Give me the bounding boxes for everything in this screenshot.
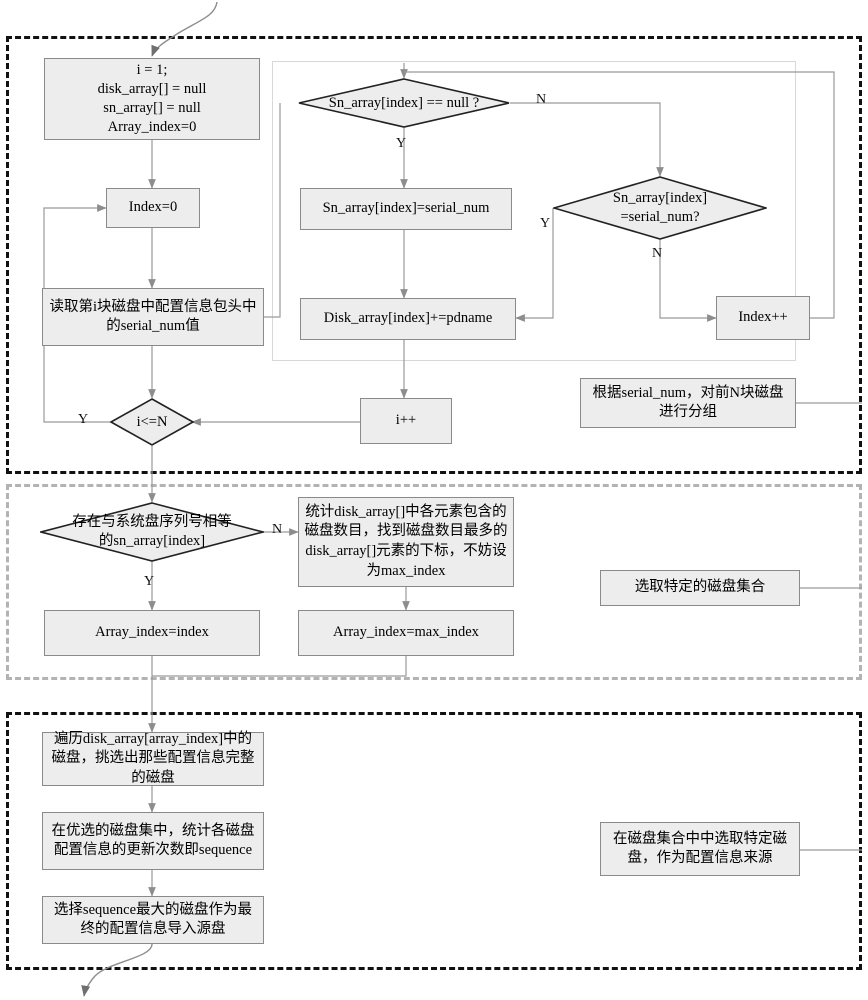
note-group-by-serial-text: 根据serial_num，对前N块磁盘进行分组 <box>592 384 784 420</box>
decision-sn-eq-serial: Sn_array[index] =serial_num? <box>553 176 767 240</box>
edge-label-n-sn-null: N <box>536 92 547 107</box>
edge-label-n-exists-sn: N <box>272 522 283 537</box>
node-array-index-eq-index-text: Array_index=index <box>95 624 209 641</box>
node-read-serial: 读取第i块磁盘中配置信息包头中的serial_num值 <box>42 288 264 346</box>
note-select-source-disk-text: 在磁盘集合中中选取特定磁盘，作为配置信息来源 <box>613 830 787 866</box>
flowchart-canvas: i = 1; disk_array[] = null sn_array[] = … <box>0 0 868 1000</box>
note-select-disk-set-text: 选取特定的磁盘集合 <box>634 579 766 596</box>
edge-label-y-sn-serial: Y <box>540 216 551 231</box>
decision-sn-is-null: Sn_array[index] == null ? <box>298 78 510 128</box>
node-count-sequence-text: 在优选的磁盘集中，统计各磁盘配置信息的更新次数即sequence <box>51 822 255 858</box>
edge-label-y-sn-null: Y <box>396 136 407 151</box>
node-sn-assign: Sn_array[index]=serial_num <box>300 188 512 230</box>
node-pick-max-sequence-text: 选择sequence最大的磁盘作为最终的配置信息导入源盘 <box>53 901 253 937</box>
node-i-increment-text: i++ <box>395 412 417 429</box>
note-group-by-serial: 根据serial_num，对前N块磁盘进行分组 <box>580 378 796 428</box>
node-i-increment: i++ <box>360 398 452 444</box>
edge-label-n-sn-serial: N <box>652 246 663 261</box>
node-disk-append-text: Disk_array[index]+=pdname <box>323 310 493 327</box>
node-count-sequence: 在优选的磁盘集中，统计各磁盘配置信息的更新次数即sequence <box>42 812 264 870</box>
node-sn-assign-text: Sn_array[index]=serial_num <box>322 200 490 217</box>
node-array-index-eq-max: Array_index=max_index <box>298 610 514 656</box>
edge-label-y-i-le-n: Y <box>78 412 89 427</box>
node-pick-max-sequence: 选择sequence最大的磁盘作为最终的配置信息导入源盘 <box>42 896 264 944</box>
decision-i-le-n: i<=N <box>110 398 194 446</box>
node-disk-append: Disk_array[index]+=pdname <box>300 298 516 340</box>
edge-label-y-exists-sn: Y <box>144 574 155 589</box>
node-index-zero-text: Index=0 <box>128 199 178 216</box>
node-read-serial-text: 读取第i块磁盘中配置信息包头中的serial_num值 <box>49 298 257 334</box>
node-init: i = 1; disk_array[] = null sn_array[] = … <box>44 58 260 140</box>
node-array-index-eq-index: Array_index=index <box>44 610 260 656</box>
note-select-source-disk: 在磁盘集合中中选取特定磁盘，作为配置信息来源 <box>600 822 800 876</box>
note-select-disk-set: 选取特定的磁盘集合 <box>600 570 800 606</box>
node-traverse-disks: 遍历disk_array[array_index]中的磁盘，挑选出那些配置信息完… <box>42 731 264 786</box>
decision-exists-sn: 存在与系统盘序列号相等 的sn_array[index] <box>40 502 264 562</box>
node-count-disks: 统计disk_array[]中各元素包含的磁盘数目，找到磁盘数目最多的disk_… <box>298 497 514 587</box>
node-index-increment: Index++ <box>716 296 810 340</box>
node-index-zero: Index=0 <box>106 188 200 228</box>
node-index-increment-text: Index++ <box>738 309 788 326</box>
node-init-text: i = 1; disk_array[] = null sn_array[] = … <box>97 61 207 136</box>
node-traverse-disks-text: 遍历disk_array[array_index]中的磁盘，挑选出那些配置信息完… <box>51 731 255 786</box>
node-count-disks-text: 统计disk_array[]中各元素包含的磁盘数目，找到磁盘数目最多的disk_… <box>304 503 508 579</box>
node-array-index-eq-max-text: Array_index=max_index <box>333 624 479 641</box>
